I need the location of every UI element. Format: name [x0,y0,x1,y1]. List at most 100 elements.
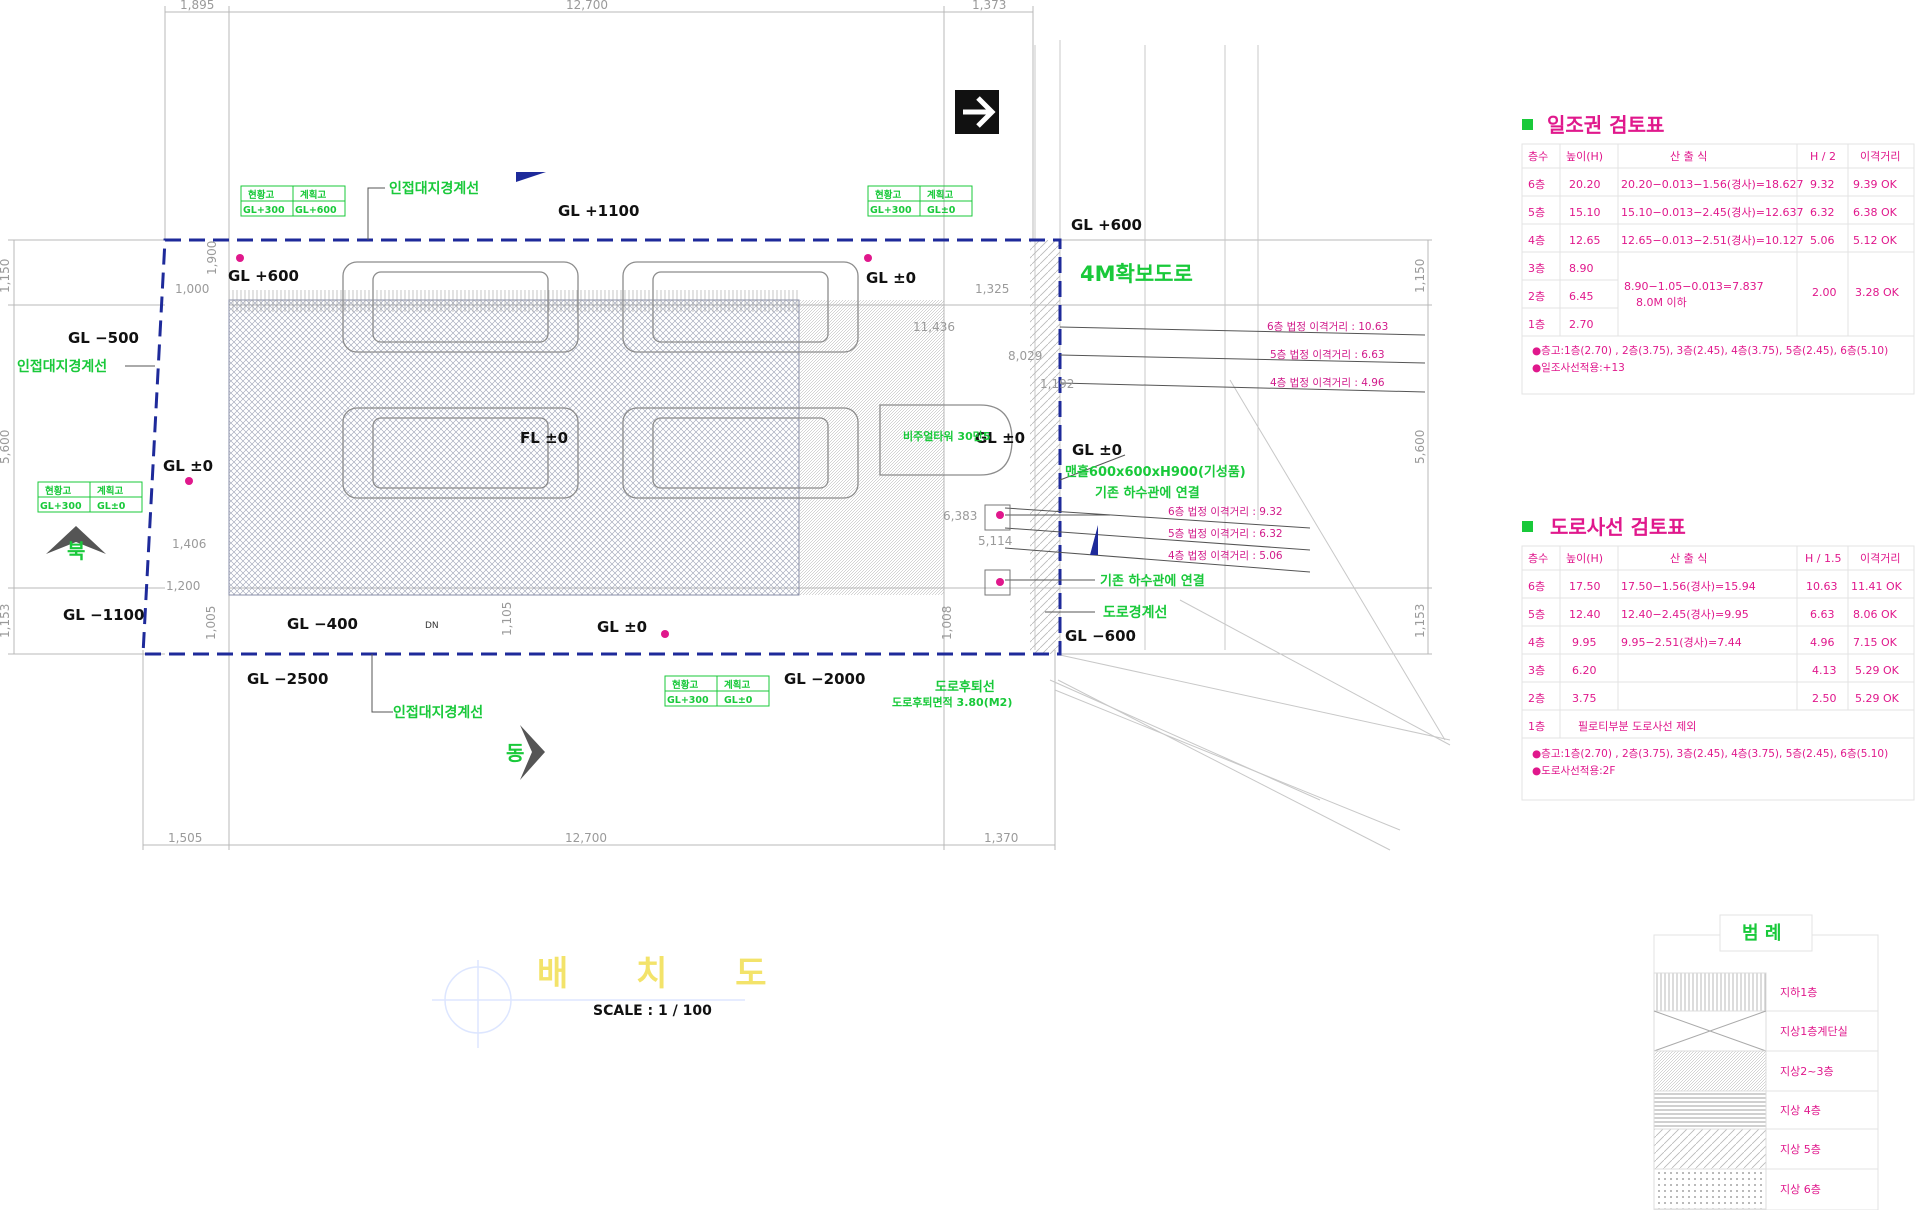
svg-text:계획고: 계획고 [724,679,750,691]
svg-text:높이(H): 높이(H) [1566,552,1603,565]
svg-text:20.20: 20.20 [1569,178,1601,191]
svg-text:6,383: 6,383 [943,509,977,523]
level-box-left: 현황고 계획고 GL+300 GL±0 [40,485,126,512]
table-title: 일조권 검토표 [1547,113,1664,137]
table-row: 1층 필로티부분 도로사선 제외 [1528,720,1696,733]
svg-text:현황고: 현황고 [672,679,698,691]
table-bullet [1522,119,1533,130]
svg-text:5층: 5층 [1528,206,1545,219]
svg-text:5.29 OK: 5.29 OK [1855,664,1900,677]
svg-text:지상 4층: 지상 4층 [1780,1104,1821,1117]
svg-text:11,436: 11,436 [913,320,955,334]
parking-label: 비주얼타워 30만5 [903,429,991,443]
svg-text:4.13: 4.13 [1812,664,1837,677]
svg-text:1,150: 1,150 [0,259,12,293]
sunlight-review-table: 일조권 검토표 층수 높이(H) 산 출 식 H / 2 이격거리 6층 20.… [1521,113,1915,395]
table-title: 도로사선 검토표 [1550,515,1686,539]
table-row: 4층 12.65 12.65−0.013−2.51(경사)=10.127 5.0… [1528,234,1898,247]
svg-text:GL±0: GL±0 [97,501,126,512]
svg-text:6.38 OK: 6.38 OK [1853,206,1898,219]
svg-text:이격거리: 이격거리 [1860,150,1900,163]
merged-h: 2.00 [1812,286,1837,299]
connect-label-2: 기존 하수관에 연결 [1100,573,1205,589]
svg-text:산 출 식: 산 출 식 [1670,150,1707,163]
table-row: 4층 9.95 9.95−2.51(경사)=7.44 4.96 7.15 OK [1528,636,1898,649]
svg-text:1,150: 1,150 [1413,259,1427,293]
svg-text:8.06 OK: 8.06 OK [1853,608,1898,621]
svg-text:2층: 2층 [1528,290,1545,303]
svg-text:1,370: 1,370 [984,831,1018,845]
svg-text:12.40−2.45(경사)=9.95: 12.40−2.45(경사)=9.95 [1621,608,1749,621]
svg-text:GL+600: GL+600 [295,205,337,216]
svg-text:6층: 6층 [1528,580,1545,593]
svg-text:5,600: 5,600 [1413,430,1427,464]
legend-item: 지상2~3층 [1653,1050,1878,1092]
svg-text:11.41 OK: 11.41 OK [1851,580,1903,593]
level-box-top-right: 현황고 계획고 GL+300 GL±0 [870,189,956,216]
level-box-top-left: 현황고 계획고 GL+300 GL+600 [243,189,337,216]
svg-text:12,700: 12,700 [566,0,608,12]
svg-text:5층: 5층 [1528,608,1545,621]
table-row: 2층 3.75 2.50 5.29 OK [1528,692,1900,705]
svg-text:1,406: 1,406 [172,537,206,551]
svg-text:4층 법정 이격거리 : 4.96: 4층 법정 이격거리 : 4.96 [1270,376,1385,389]
svg-text:12.65−0.013−2.51(경사)=10.127: 12.65−0.013−2.51(경사)=10.127 [1621,234,1803,247]
connect-label-1: 기존 하수관에 연결 [1095,485,1200,501]
level-gl-minus2500: GL −2500 [247,670,328,688]
building-footprint-right [799,300,944,595]
road-boundary-label: 도로경계선 [1103,604,1167,621]
svg-text:1,895: 1,895 [180,0,214,12]
svg-text:1층: 1층 [1528,318,1545,331]
drawing-title: 배 치 도 [537,954,795,994]
svg-text:4층 법정 이격거리 : 5.06: 4층 법정 이격거리 : 5.06 [1168,549,1283,562]
legend: 범 례 지하1층 지상1층계단실 지상2~3층 지상 4층 지상 5층 지상 6… [1653,914,1879,1210]
svg-text:1,153: 1,153 [0,604,12,638]
section-mark-right [1090,525,1098,555]
svg-text:17.50−1.56(경사)=15.94: 17.50−1.56(경사)=15.94 [1621,580,1756,593]
level-gl-zero-bottom: GL ±0 [597,618,647,636]
svg-text:층수: 층수 [1528,150,1548,163]
svg-text:12,700: 12,700 [565,831,607,845]
level-gl-zero-right: GL ±0 [1072,441,1122,459]
svg-text:1층: 1층 [1528,720,1545,733]
svg-text:지상 6층: 지상 6층 [1780,1183,1821,1196]
section-mark-top [516,172,546,182]
svg-text:계획고: 계획고 [927,189,953,201]
table-row: 1층 2.70 [1528,318,1594,331]
separation-lower: 6층 법정 이격거리 : 9.32 5층 법정 이격거리 : 6.32 4층 법… [1168,505,1283,562]
svg-text:지하1층: 지하1층 [1780,985,1817,999]
svg-text:6층: 6층 [1528,178,1545,191]
svg-text:6.32: 6.32 [1810,206,1835,219]
east-mark-label: 동 [506,741,524,765]
svg-text:GL±0: GL±0 [927,205,956,216]
legend-item: 지상 5층 [1653,1128,1878,1170]
svg-text:6.45: 6.45 [1569,290,1594,303]
level-gl-minus500: GL −500 [68,329,139,347]
svg-text:1,325: 1,325 [975,282,1009,296]
svg-text:현황고: 현황고 [248,189,274,201]
level-gl-plus600-left: GL +600 [228,267,299,285]
table-row: 3층 8.90 [1528,262,1594,275]
svg-text:6층 법정 이격거리 : 9.32: 6층 법정 이격거리 : 9.32 [1168,505,1283,518]
svg-text:현황고: 현황고 [45,485,71,497]
svg-text:20.20−0.013−1.56(경사)=18.627: 20.20−0.013−1.56(경사)=18.627 [1621,178,1803,191]
table-row: 5층 12.40 12.40−2.45(경사)=9.95 6.63 8.06 O… [1528,608,1898,621]
merged-formula-limit: 8.0M 이하 [1636,295,1687,309]
merged-distance: 3.28 OK [1855,286,1900,299]
svg-text:1,192: 1,192 [1040,377,1074,391]
svg-text:4층: 4층 [1528,234,1545,247]
table-row: 5층 15.10 15.10−0.013−2.45(경사)=12.637 6.3… [1528,206,1898,219]
separation-upper: 6층 법정 이격거리 : 10.63 5층 법정 이격거리 : 6.63 4층 … [1267,320,1388,389]
table-row: 2층 6.45 [1528,290,1594,303]
svg-text:9.95−2.51(경사)=7.44: 9.95−2.51(경사)=7.44 [1621,636,1742,649]
svg-text:6.20: 6.20 [1572,664,1597,677]
svg-text:GL+300: GL+300 [40,501,82,512]
svg-text:10.63: 10.63 [1806,580,1838,593]
table-note: ●일조사선적용:+13 [1532,361,1625,374]
legend-item: 지상 4층 [1653,1090,1878,1130]
legend-title: 범 례 [1742,923,1781,944]
svg-text:1,005: 1,005 [204,606,218,640]
svg-text:3.75: 3.75 [1572,692,1597,705]
level-gl-zero-top: GL ±0 [866,269,916,287]
svg-text:GL±0: GL±0 [724,695,753,706]
